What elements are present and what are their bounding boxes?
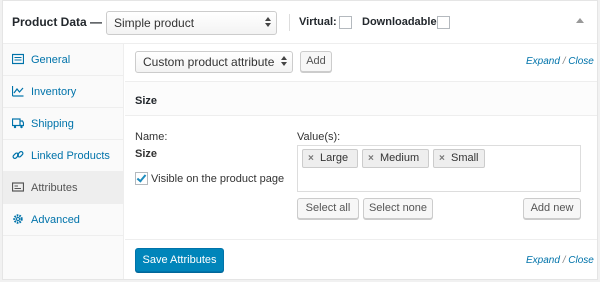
- attribute-title: Size: [135, 95, 158, 107]
- visible-on-product-page-checkbox[interactable]: [135, 172, 148, 185]
- value-chip: × Small: [433, 149, 485, 168]
- product-type-select[interactable]: Simple product: [106, 11, 277, 35]
- value-chip-label: Small: [451, 152, 479, 164]
- attribute-header-size[interactable]: Size: [125, 82, 597, 116]
- product-data-panel: Product Data — Simple product Virtual: D…: [2, 0, 598, 280]
- link-separator: /: [559, 56, 569, 67]
- tab-linked-products-label: Linked Products: [31, 150, 110, 162]
- general-icon: [12, 53, 24, 65]
- value-chip: × Large: [302, 149, 358, 168]
- expand-all-link[interactable]: Expand: [526, 255, 560, 266]
- tab-shipping-label: Shipping: [31, 118, 74, 130]
- visible-on-product-page-label: Visible on the product page: [151, 173, 285, 185]
- product-data-header: Product Data — Simple product Virtual: D…: [3, 1, 597, 44]
- product-data-tabs: General Inventory Shipping Linked Produc…: [3, 44, 124, 279]
- remove-value-icon[interactable]: ×: [368, 150, 374, 167]
- attribute-taxonomy-value: Custom product attribute: [143, 55, 275, 69]
- tab-shipping[interactable]: Shipping: [3, 108, 124, 140]
- add-new-value-button[interactable]: Add new: [523, 198, 581, 219]
- attribute-values-field[interactable]: × Large × Medium × Small: [297, 145, 581, 192]
- virtual-checkbox[interactable]: [339, 16, 352, 29]
- tab-inventory-label: Inventory: [31, 86, 77, 98]
- virtual-label: Virtual:: [299, 16, 337, 28]
- shipping-icon: [12, 118, 24, 129]
- collapse-panel-icon[interactable]: [576, 18, 584, 23]
- product-type-value: Simple product: [114, 16, 195, 30]
- tab-advanced-label: Advanced: [31, 214, 80, 226]
- tab-advanced[interactable]: Advanced: [3, 204, 124, 236]
- attribute-name-value: Size: [135, 148, 158, 160]
- tab-linked-products[interactable]: Linked Products: [3, 140, 124, 172]
- link-separator: /: [559, 255, 569, 266]
- value-chip: × Medium: [362, 149, 429, 168]
- add-attribute-button[interactable]: Add: [300, 51, 332, 72]
- link-icon: [12, 150, 24, 160]
- expand-close-bottom: Expand / Close: [526, 255, 594, 266]
- select-arrows-icon: [265, 17, 271, 27]
- downloadable-checkbox[interactable]: [437, 16, 450, 29]
- close-all-link[interactable]: Close: [568, 255, 594, 266]
- value-chip-label: Large: [320, 152, 349, 164]
- product-data-title: Product Data —: [12, 15, 103, 29]
- expand-all-link[interactable]: Expand: [526, 56, 560, 67]
- remove-value-icon[interactable]: ×: [439, 150, 445, 167]
- close-all-link[interactable]: Close: [568, 56, 594, 67]
- tab-general-label: General: [31, 54, 71, 66]
- attribute-taxonomy-select[interactable]: Custom product attribute: [135, 51, 293, 73]
- inventory-icon: [12, 86, 24, 97]
- section-divider: [125, 239, 597, 240]
- header-divider: [289, 14, 290, 31]
- attribute-values-label: Value(s):: [297, 131, 341, 143]
- attributes-icon: [12, 182, 24, 192]
- attribute-name-label: Name:: [135, 131, 168, 143]
- select-arrows-icon: [281, 56, 287, 66]
- downloadable-label: Downloadable:: [362, 16, 441, 28]
- tab-attributes[interactable]: Attributes: [3, 172, 124, 204]
- remove-value-icon[interactable]: ×: [308, 150, 314, 167]
- select-none-button[interactable]: Select none: [363, 198, 433, 219]
- tab-general[interactable]: General: [3, 44, 124, 76]
- tab-attributes-label: Attributes: [31, 182, 78, 194]
- checkmark-icon: [136, 172, 147, 183]
- expand-close-top: Expand / Close: [526, 56, 594, 67]
- select-all-button[interactable]: Select all: [297, 198, 359, 219]
- attributes-panel: Custom product attribute Add Expand / Cl…: [125, 44, 597, 279]
- value-chip-label: Medium: [380, 152, 420, 164]
- gear-icon: [13, 214, 23, 224]
- save-attributes-button[interactable]: Save Attributes: [135, 248, 224, 272]
- tab-inventory[interactable]: Inventory: [3, 76, 124, 108]
